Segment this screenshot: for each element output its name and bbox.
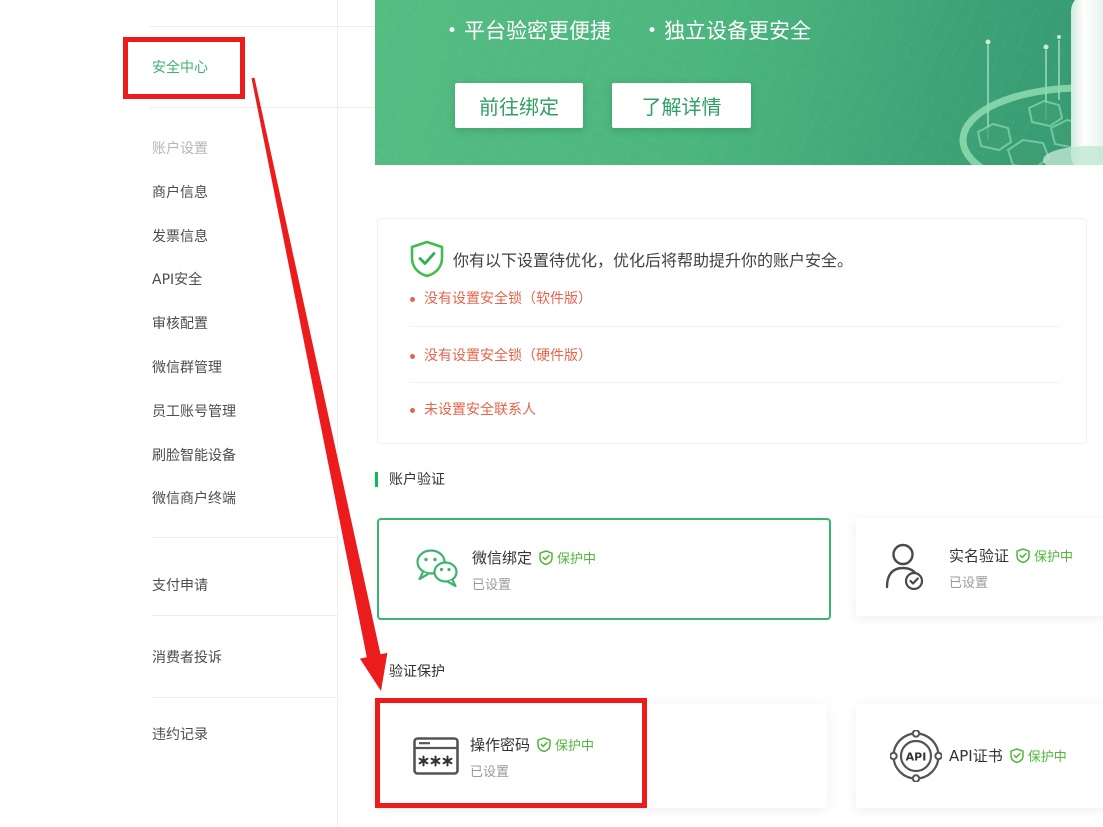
sidebar-item-face-devices[interactable]: 刷脸智能设备 bbox=[152, 447, 236, 465]
promo-banner: •平台验密更便捷 •独立设备更安全 前往绑定 了解详情 bbox=[375, 0, 1103, 165]
sidebar-item-audit-config[interactable]: 审核配置 bbox=[152, 315, 208, 333]
warning-bullet-dot bbox=[410, 408, 415, 413]
sidebar-divider bbox=[150, 107, 375, 108]
banner-slogan: •平台验密更便捷 bbox=[447, 17, 611, 47]
section-bar bbox=[375, 472, 378, 487]
svg-text:API: API bbox=[906, 751, 927, 764]
bullet-dot: • bbox=[447, 17, 457, 45]
notice-divider bbox=[410, 326, 1060, 327]
protection-badge: 保护中 bbox=[539, 548, 596, 567]
shield-badge-icon bbox=[537, 737, 551, 752]
sidebar-right-border bbox=[337, 0, 338, 827]
sidebar-item-payment-apply[interactable]: 支付申请 bbox=[152, 577, 208, 595]
card-api-certificate[interactable]: API API证书 保护中 bbox=[856, 704, 1103, 808]
sidebar-item-wechat-group[interactable]: 微信群管理 bbox=[152, 359, 222, 377]
notice-message: 你有以下设置待优化，优化后将帮助提升你的账户安全。 bbox=[453, 247, 853, 271]
shield-check-icon bbox=[409, 240, 445, 278]
banner-slogans: •平台验密更便捷 •独立设备更安全 bbox=[447, 17, 811, 47]
card-title: API证书 bbox=[949, 745, 1003, 766]
banner-hexagon-illustration bbox=[803, 0, 1103, 165]
section-title-account-verification: 账户验证 bbox=[375, 469, 445, 489]
sidebar-divider bbox=[152, 615, 337, 616]
section-title-verification-protection: 验证保护 bbox=[375, 661, 445, 681]
sidebar-item-security-center[interactable]: 安全中心 bbox=[152, 59, 208, 77]
wechat-icon bbox=[414, 547, 460, 589]
sidebar-divider bbox=[152, 537, 337, 538]
warning-item[interactable]: 没有设置安全锁（软件版） bbox=[410, 290, 592, 308]
card-title: 实名验证 bbox=[949, 545, 1009, 566]
api-cert-icon: API bbox=[890, 730, 942, 782]
notice-divider bbox=[410, 382, 1060, 383]
card-title: 操作密码 bbox=[470, 734, 530, 755]
bullet-dot: • bbox=[647, 17, 657, 45]
learn-more-button[interactable]: 了解详情 bbox=[612, 83, 751, 128]
shield-badge-icon bbox=[1010, 748, 1024, 763]
card-title: 微信绑定 bbox=[472, 547, 532, 568]
sidebar-item-violation-records[interactable]: 违约记录 bbox=[152, 726, 208, 744]
security-center-page: 安全中心 账户设置 商户信息 发票信息 API安全 审核配置 微信群管理 员工账… bbox=[0, 0, 1103, 827]
protection-badge: 保护中 bbox=[1016, 546, 1073, 565]
card-status: 已设置 bbox=[470, 761, 509, 780]
protection-badge: 保护中 bbox=[1010, 746, 1067, 765]
warning-bullet-dot bbox=[410, 354, 415, 359]
sidebar-item-api-security[interactable]: API安全 bbox=[152, 271, 202, 289]
sidebar-item-account-settings[interactable]: 账户设置 bbox=[152, 140, 208, 158]
realname-person-icon bbox=[883, 542, 925, 590]
go-bind-button[interactable]: 前往绑定 bbox=[455, 83, 583, 128]
sidebar-item-consumer-complaints[interactable]: 消费者投诉 bbox=[152, 649, 222, 667]
warning-bullet-dot bbox=[410, 297, 415, 302]
warning-item[interactable]: 未设置安全联系人 bbox=[410, 401, 536, 419]
sidebar-divider bbox=[152, 697, 337, 698]
shield-badge-icon bbox=[539, 550, 553, 565]
card-status: 已设置 bbox=[949, 572, 988, 591]
section-bar bbox=[375, 664, 378, 679]
password-window-icon bbox=[413, 737, 459, 775]
security-notice-card: 你有以下设置待优化，优化后将帮助提升你的账户安全。 没有设置安全锁（软件版） 没… bbox=[377, 218, 1087, 444]
sidebar-item-merchant-info[interactable]: 商户信息 bbox=[152, 184, 208, 202]
protection-badge: 保护中 bbox=[537, 735, 594, 754]
sidebar-divider bbox=[150, 26, 375, 27]
banner-slogan: •独立设备更安全 bbox=[647, 17, 811, 47]
sidebar-item-invoice-info[interactable]: 发票信息 bbox=[152, 228, 208, 246]
sidebar-item-merchant-terminal[interactable]: 微信商户终端 bbox=[152, 490, 236, 508]
shield-badge-icon bbox=[1016, 548, 1030, 563]
warning-item[interactable]: 没有设置安全锁（硬件版） bbox=[410, 347, 592, 365]
card-realname-verify[interactable]: 实名验证 保护中 已设置 bbox=[856, 518, 1103, 616]
card-status: 已设置 bbox=[472, 574, 511, 593]
card-operation-password[interactable]: 操作密码 保护中 已设置 bbox=[377, 704, 827, 808]
card-wechat-bind[interactable]: 微信绑定 保护中 已设置 bbox=[377, 518, 831, 620]
sidebar-item-staff-accounts[interactable]: 员工账号管理 bbox=[152, 403, 236, 421]
